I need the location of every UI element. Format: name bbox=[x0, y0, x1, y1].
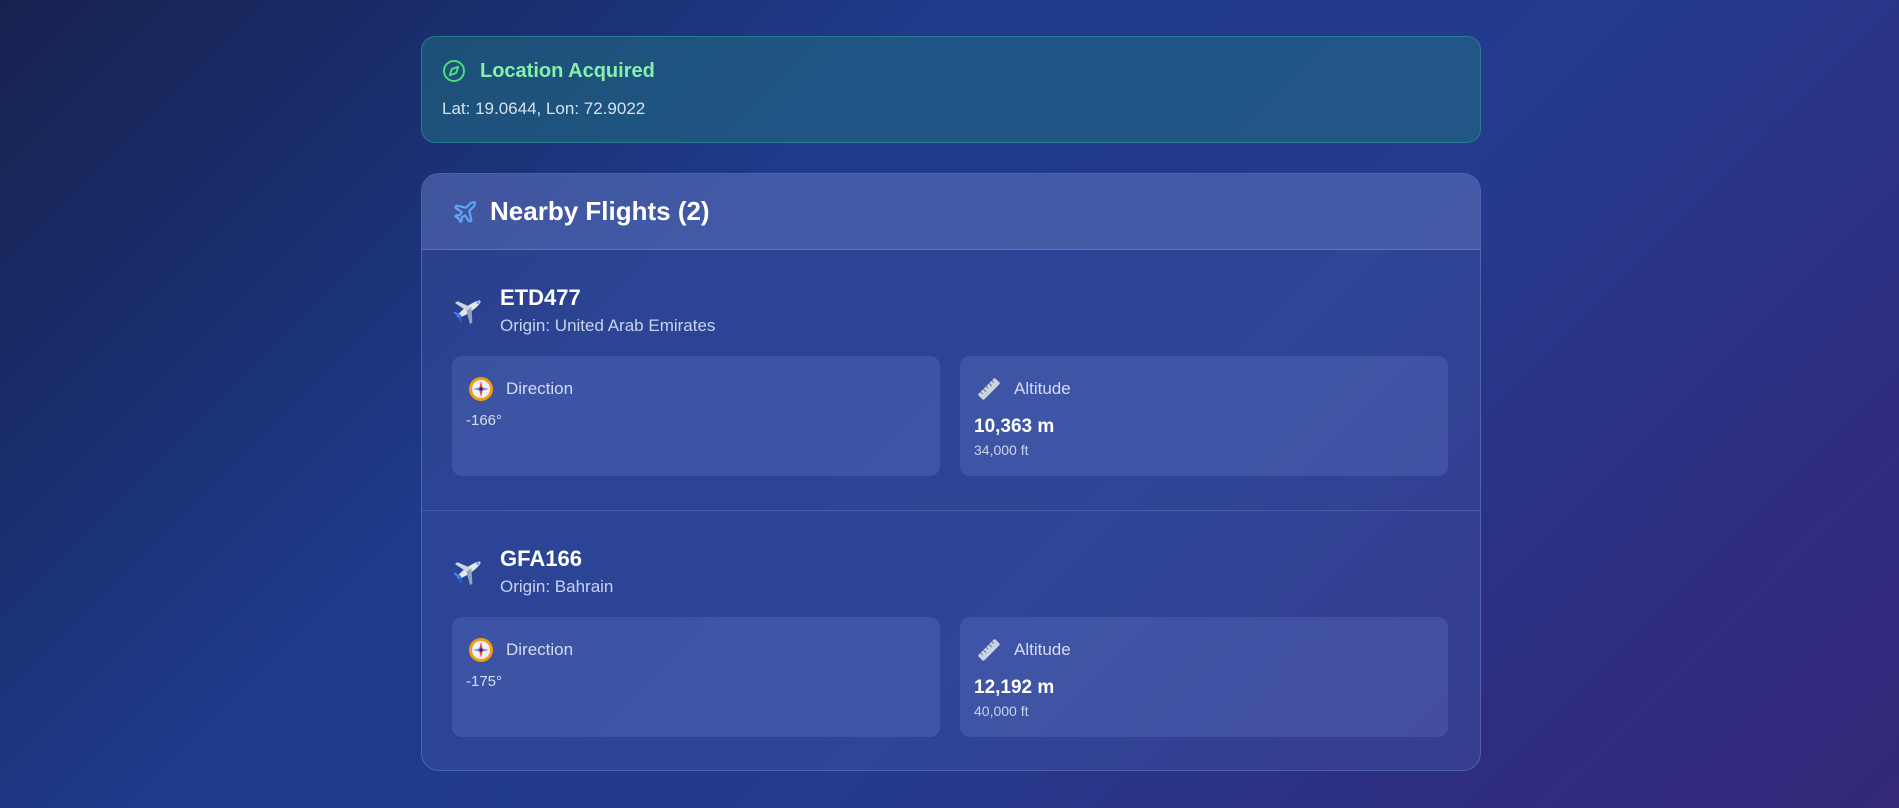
nearby-flights-header: Nearby Flights (2) bbox=[422, 174, 1480, 250]
location-card: Location Acquired Lat: 19.0644, Lon: 72.… bbox=[421, 36, 1481, 143]
altitude-header: Altitude bbox=[974, 637, 1434, 663]
direction-value: -166° bbox=[466, 412, 503, 429]
altitude-card: Altitude 12,192 m 40,000 ft bbox=[960, 617, 1448, 737]
airplane-icon bbox=[452, 199, 478, 225]
direction-header: Direction bbox=[466, 376, 926, 402]
altitude-meters: 10,363 m bbox=[974, 416, 1055, 437]
direction-value: -175° bbox=[466, 673, 503, 690]
flight-stats: Direction -175° Altitude 12,192 m 40,000… bbox=[452, 617, 1450, 737]
flight-callsign: GFA166 bbox=[500, 546, 582, 571]
nearby-flights-panel: Nearby Flights (2) ETD477 Origin: United… bbox=[421, 173, 1481, 771]
flight-item[interactable]: ETD477 Origin: United Arab Emirates Dire… bbox=[422, 250, 1480, 511]
altitude-feet: 34,000 ft bbox=[974, 442, 1029, 458]
direction-card: Direction -175° bbox=[452, 617, 940, 737]
flight-stats: Direction -166° Altitude 10,363 m 34,000… bbox=[452, 356, 1450, 476]
compass-icon bbox=[468, 376, 494, 402]
flight-info: ETD477 Origin: United Arab Emirates bbox=[500, 284, 715, 336]
flight-origin: Origin: Bahrain bbox=[500, 577, 614, 596]
altitude-card: Altitude 10,363 m 34,000 ft bbox=[960, 356, 1448, 476]
location-coordinates: Lat: 19.0644, Lon: 72.9022 bbox=[442, 99, 646, 118]
location-title: Location Acquired bbox=[480, 59, 655, 82]
altitude-feet: 40,000 ft bbox=[974, 703, 1029, 719]
airplane-icon bbox=[452, 553, 486, 587]
compass-icon bbox=[468, 637, 494, 663]
direction-label: Direction bbox=[506, 640, 574, 659]
flight-callsign: ETD477 bbox=[500, 285, 581, 310]
flight-item[interactable]: GFA166 Origin: Bahrain Direction -175° A… bbox=[422, 511, 1480, 770]
direction-label: Direction bbox=[506, 379, 574, 398]
flight-header: ETD477 Origin: United Arab Emirates bbox=[452, 284, 1450, 336]
altitude-meters: 12,192 m bbox=[974, 677, 1055, 698]
ruler-icon bbox=[976, 376, 1002, 402]
flight-origin: Origin: United Arab Emirates bbox=[500, 316, 716, 335]
location-header: Location Acquired bbox=[442, 59, 1460, 83]
direction-header: Direction bbox=[466, 637, 926, 663]
flight-header: GFA166 Origin: Bahrain bbox=[452, 545, 1450, 597]
ruler-icon bbox=[976, 637, 1002, 663]
direction-card: Direction -166° bbox=[452, 356, 940, 476]
page-content: Location Acquired Lat: 19.0644, Lon: 72.… bbox=[421, 36, 1481, 771]
altitude-label: Altitude bbox=[1014, 640, 1071, 659]
compass-icon bbox=[442, 59, 466, 83]
nearby-flights-title: Nearby Flights (2) bbox=[490, 196, 710, 226]
airplane-icon bbox=[452, 292, 486, 326]
altitude-label: Altitude bbox=[1014, 379, 1071, 398]
flight-info: GFA166 Origin: Bahrain bbox=[500, 545, 613, 597]
altitude-header: Altitude bbox=[974, 376, 1434, 402]
